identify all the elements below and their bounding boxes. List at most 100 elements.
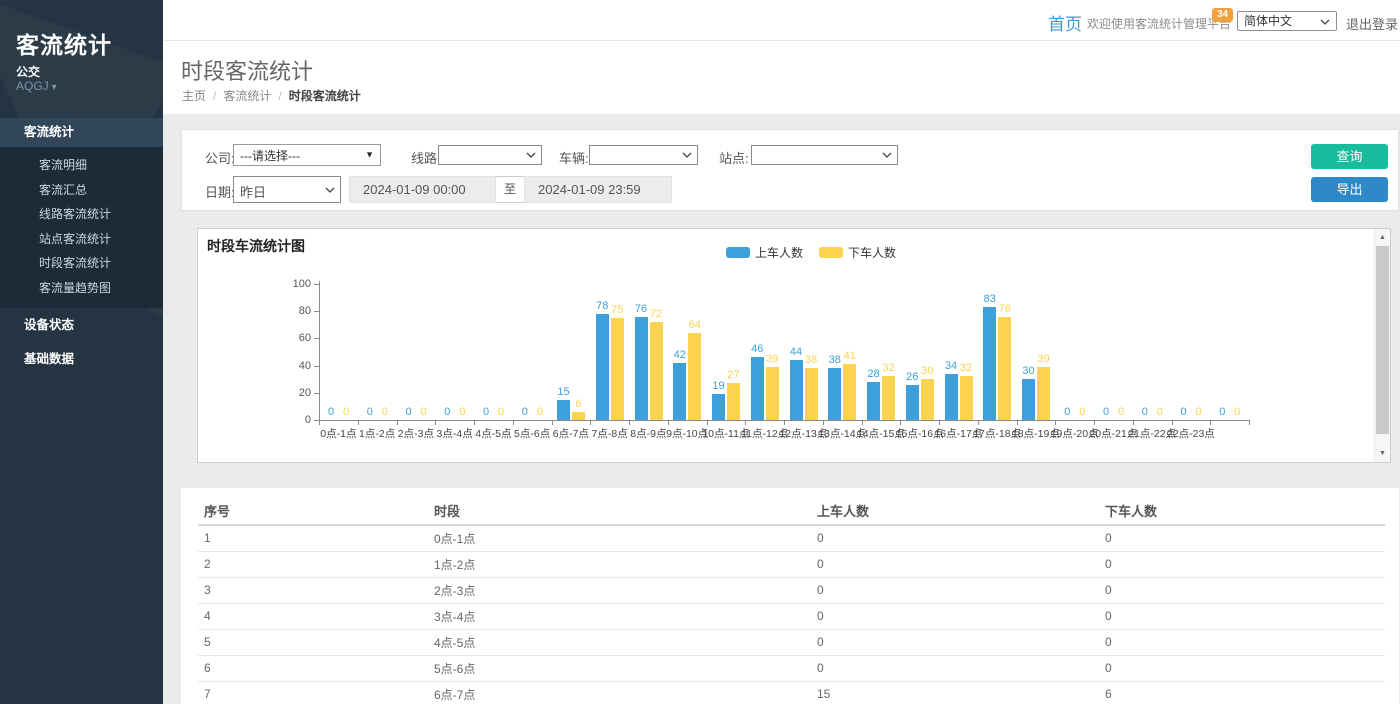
query-button[interactable]: 查询 [1311,144,1388,169]
line-label: 线路: [411,148,441,167]
breadcrumb-separator: / [213,89,216,103]
x-axis-tick [862,421,863,425]
date-start-input[interactable]: 2024-01-09 00:00 [349,176,496,203]
bar-value-label: 76 [635,303,647,315]
x-axis-label: 22点-23点 [1167,426,1215,441]
period-stats-table: 序号 时段 上车人数 下车人数 10点-1点0021点-2点0032点-3点00… [198,497,1385,704]
table-row: 76点-7点156 [198,681,1385,704]
org-code-dropdown[interactable]: AQGJ▾ [16,79,57,93]
table-cell: 0 [1099,629,1385,655]
chart-bar [805,368,818,420]
y-axis-label: 100 [283,278,311,290]
sidebar-section-device-status[interactable]: 设备状态 [0,308,163,342]
table-cell: 6点-7点 [428,681,811,704]
export-button[interactable]: 导出 [1311,177,1388,202]
bar-value-label: 0 [1079,406,1085,418]
sidebar-item-line-stats[interactable]: 线路客流统计 [0,202,163,227]
y-axis-label: 60 [283,332,311,344]
app-brand: 客流统计 [16,26,112,60]
chart-bar [906,385,919,420]
x-axis-label: 6点-7点 [553,426,589,441]
x-axis-tick [1133,421,1134,425]
bar-value-label: 0 [1118,406,1124,418]
bar-value-label: 0 [1219,406,1225,418]
breadcrumb-home[interactable]: 主页 [182,89,206,103]
date-range-group: 2024-01-09 00:00 至 2024-01-09 23:59 [349,176,672,203]
language-select[interactable]: 简体中文 [1237,11,1337,31]
bar-value-label: 0 [459,406,465,418]
breadcrumb-separator: / [278,89,281,103]
x-axis-tick [745,421,746,425]
sidebar-section-passenger-stats[interactable]: 客流统计 [0,118,163,147]
x-axis-tick [435,421,436,425]
x-axis-tick [707,421,708,425]
x-axis-label: 4点-5点 [475,426,511,441]
bar-value-label: 0 [328,406,334,418]
chart-bar [635,317,648,420]
bar-value-label: 64 [689,319,701,331]
x-axis-tick [784,421,785,425]
bar-value-label: 0 [420,406,426,418]
bar-value-label: 32 [960,362,972,374]
sidebar-item-period-stats[interactable]: 时段客流统计 [0,251,163,276]
date-preset-select[interactable]: 昨日 [233,176,341,203]
sidebar-item-station-stats[interactable]: 站点客流统计 [0,227,163,252]
line-value [439,146,541,148]
bar-value-label: 0 [498,406,504,418]
bar-value-label: 19 [712,380,724,392]
table-cell: 5 [198,629,428,655]
table-cell: 0 [811,525,1099,551]
line-select[interactable] [438,145,542,165]
sidebar-item-trend-chart[interactable]: 客流量趋势图 [0,276,163,301]
x-axis-tick [1249,421,1250,425]
breadcrumb-section[interactable]: 客流统计 [223,89,271,103]
bar-value-label: 39 [1037,353,1049,365]
station-select[interactable] [751,145,898,165]
logout-link[interactable]: 退出登录 [1346,14,1398,33]
bar-value-label: 27 [727,369,739,381]
bar-value-label: 39 [766,353,778,365]
chart-bar [727,383,740,420]
chart-bar [983,307,996,420]
chart-bar [843,364,856,420]
col-header-index: 序号 [198,497,428,525]
x-axis-tick [668,421,669,425]
bar-value-label: 78 [596,300,608,312]
bar-value-label: 0 [367,406,373,418]
chart-bar [998,317,1011,420]
language-value: 简体中文 [1244,14,1292,28]
bar-value-label: 0 [537,406,543,418]
bar-value-label: 44 [790,346,802,358]
table-cell: 0 [1099,655,1385,681]
x-axis-label: 0点-1点 [320,426,356,441]
table-row: 54点-5点00 [198,629,1385,655]
company-select[interactable]: ---请选择--- ▼ [233,144,381,166]
sidebar-item-passenger-detail[interactable]: 客流明细 [0,153,163,178]
vehicle-select[interactable] [589,145,698,165]
table-cell: 7 [198,681,428,704]
chevron-down-icon [882,152,892,158]
chevron-down-icon [325,187,335,193]
scroll-down-icon[interactable]: ▼ [1375,446,1390,461]
breadcrumb-current: 时段客流统计 [289,89,361,103]
vehicle-label: 车辆: [559,148,589,167]
chart-bar [673,363,686,420]
x-axis-tick [939,421,940,425]
table-cell: 2 [198,551,428,577]
table-cell: 0 [811,577,1099,603]
topbar: 首页 欢迎使用客流统计管理平台 34 简体中文 退出登录 [163,0,1400,41]
chart-vertical-scrollbar[interactable]: ▲ ▼ [1374,229,1390,462]
scroll-up-icon[interactable]: ▲ [1375,230,1390,245]
date-end-input[interactable]: 2024-01-09 23:59 [524,176,672,203]
org-name: 公交 [16,63,40,80]
sidebar-item-passenger-summary[interactable]: 客流汇总 [0,178,163,203]
scrollbar-thumb[interactable] [1376,246,1389,434]
chart-bar [1022,379,1035,420]
chevron-down-icon [682,152,692,158]
col-header-boarding: 上车人数 [811,497,1099,525]
x-axis-tick [1210,421,1211,425]
x-axis-tick [629,421,630,425]
home-link[interactable]: 首页 [1048,10,1082,35]
sidebar-section-base-data[interactable]: 基础数据 [0,342,163,376]
x-axis-tick [900,421,901,425]
